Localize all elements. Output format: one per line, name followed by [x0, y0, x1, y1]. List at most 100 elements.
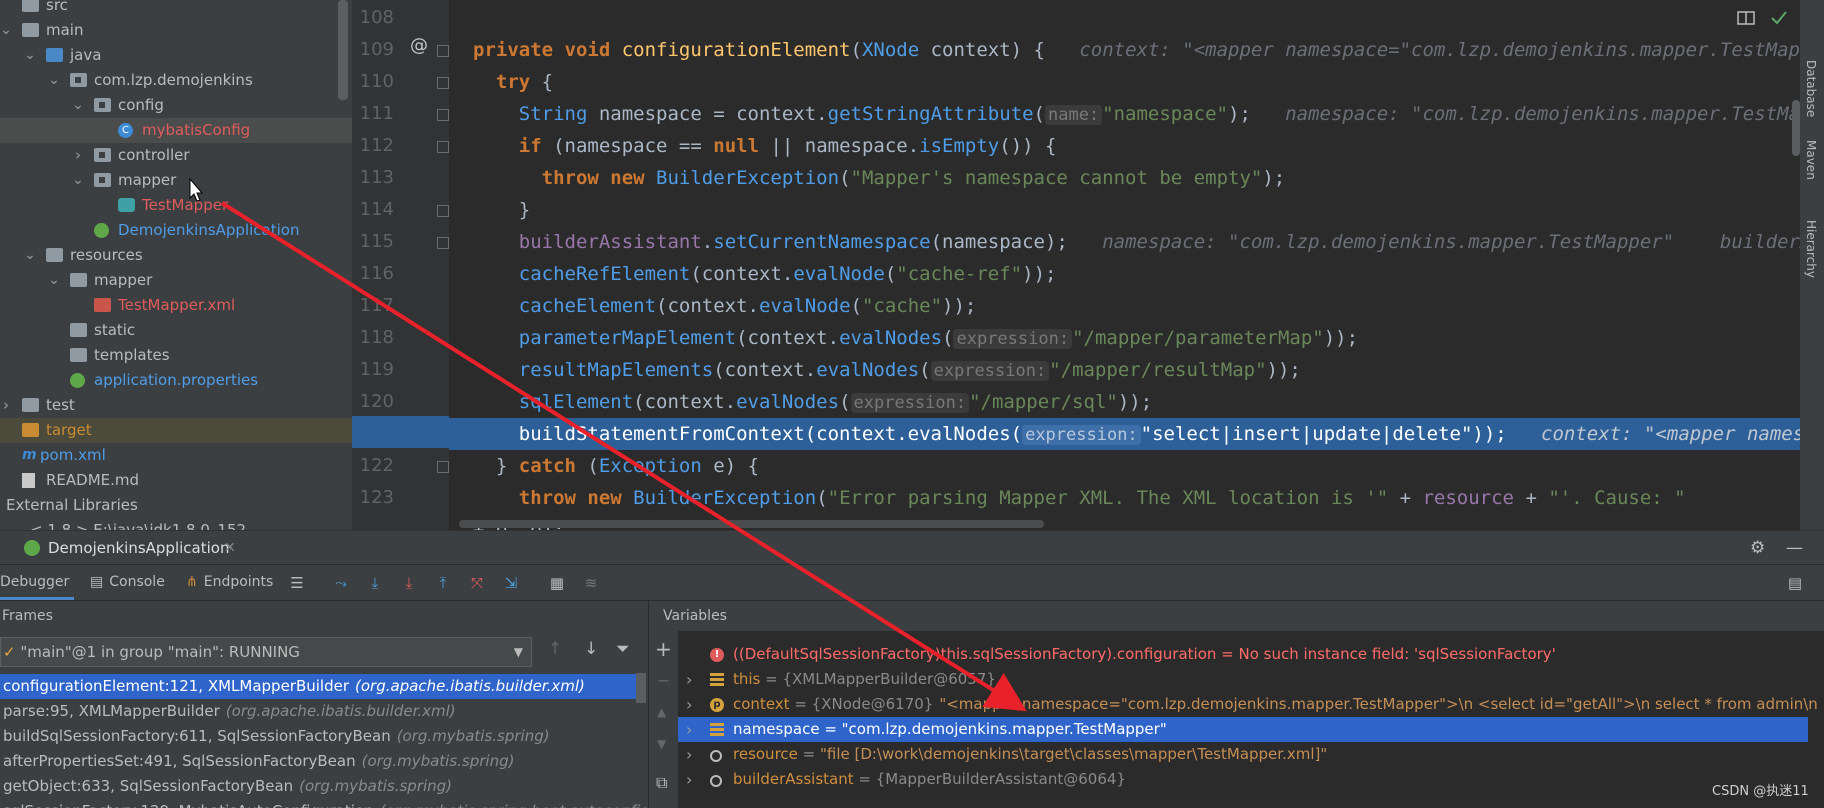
tab-debugger[interactable]: Debugger [0, 565, 74, 600]
tree-item[interactable]: CmybatisConfig [0, 118, 352, 143]
code-line[interactable]: throw new BuilderException("Error parsin… [449, 482, 1800, 514]
chevron-right-icon[interactable]: › [72, 143, 84, 168]
code-line-execution-point[interactable]: buildStatementFromContext(context.evalNo… [449, 418, 1800, 450]
variable-row[interactable]: › resource = "file [D:\work\demojenkins\t… [678, 742, 1808, 767]
force-step-into-icon[interactable]: ⤓ [400, 574, 418, 592]
line-number[interactable]: 115 [352, 226, 394, 258]
tree-item[interactable]: › controller [0, 143, 352, 168]
variable-row[interactable]: › this = {XMLMapperBuilder@6057} [678, 667, 1808, 692]
frame-row[interactable]: parse:95, XMLMapperBuilder (org.apache.ib… [0, 699, 636, 724]
line-number[interactable]: 116 [352, 258, 394, 290]
show-execution-point-icon[interactable]: ⤳ [332, 574, 350, 592]
trace-icon[interactable]: ≋ [582, 574, 600, 592]
chevron-right-icon[interactable]: › [686, 667, 692, 692]
editor-gutter[interactable]: @ 108 109 110 111 112 113 114 115 116 117 118 119 12… [352, 0, 449, 530]
fold-marker-icon[interactable] [437, 237, 449, 249]
chevron-right-icon[interactable]: › [686, 767, 692, 792]
side-tab-database[interactable]: Database [1804, 60, 1818, 117]
layout-settings-icon[interactable]: ▤ [1786, 574, 1804, 592]
chevron-down-icon[interactable]: ⌄ [48, 68, 60, 93]
variable-row[interactable]: ! ((DefaultSqlSessionFactory)this.sqlSess… [678, 642, 1808, 667]
line-number[interactable]: 114 [352, 194, 394, 226]
line-number[interactable]: 112 [352, 130, 394, 162]
line-number[interactable]: 111 [352, 98, 394, 130]
chevron-right-icon[interactable]: › [686, 692, 692, 717]
next-frame-icon[interactable]: ↓ [584, 639, 598, 659]
code-line[interactable]: throw new BuilderException("Mapper's nam… [449, 162, 1800, 194]
fold-marker-icon[interactable] [437, 461, 449, 473]
code-line[interactable]: String namespace = context.getStringAttr… [449, 98, 1800, 130]
new-watch-icon[interactable]: + [655, 637, 672, 661]
chevron-down-icon[interactable]: ⌄ [72, 93, 84, 118]
line-number[interactable]: 110 [352, 66, 394, 98]
tree-item[interactable]: < 1.8 > E:\java\jdk1.8.0_152 [0, 518, 352, 530]
drop-frame-icon[interactable]: ⤧ [468, 574, 486, 592]
line-number[interactable]: 120 [352, 386, 394, 418]
code-line[interactable]: cacheElement(context.evalNode("cache")); [449, 290, 1800, 322]
tree-scrollbar[interactable] [338, 0, 348, 100]
chevron-right-icon[interactable]: › [686, 717, 692, 742]
tree-item[interactable]: ⌄ mapper [0, 268, 352, 293]
code-line[interactable]: resultMapElements(context.evalNodes(expr… [449, 354, 1800, 386]
code-line[interactable] [449, 2, 1800, 34]
chevron-down-icon[interactable]: ⌄ [48, 268, 60, 293]
tree-item[interactable]: src [0, 0, 352, 18]
tree-item[interactable]: target [0, 418, 352, 443]
previous-frame-icon[interactable]: ↑ [548, 639, 562, 659]
code-line[interactable]: builderAssistant.setCurrentNamespace(nam… [449, 226, 1800, 258]
move-down-icon[interactable]: ▼ [657, 737, 666, 751]
gear-icon[interactable]: ⚙ [1750, 531, 1765, 565]
code-line[interactable]: if (namespace == null || namespace.isEmp… [449, 130, 1800, 162]
chevron-down-icon[interactable]: ⌄ [72, 168, 84, 193]
run-to-cursor-icon[interactable]: ⇲ [502, 574, 520, 592]
remove-watch-icon[interactable]: − [657, 671, 670, 690]
line-number[interactable]: 122 [352, 450, 394, 482]
step-over-icon[interactable]: ⤓ [366, 574, 384, 592]
frame-row[interactable]: buildSqlSessionFactory:611, SqlSessionFa… [0, 724, 636, 749]
frame-row[interactable]: afterPropertiesSet:491, SqlSessionFactor… [0, 749, 636, 774]
tree-item[interactable]: External Libraries [0, 493, 352, 518]
variable-row[interactable]: › p context = {XNode@6170} "<mapper namespa… [678, 692, 1824, 717]
code-line[interactable]: cacheRefElement(context.evalNode("cache-… [449, 258, 1800, 290]
line-number[interactable]: 119 [352, 354, 394, 386]
tree-item[interactable]: TestMapper.xml [0, 293, 352, 318]
fold-marker-icon[interactable] [437, 205, 449, 217]
chevron-down-icon[interactable]: ⌄ [24, 243, 36, 268]
override-marker-icon[interactable]: @ [410, 35, 428, 56]
frame-row[interactable]: configurationElement:121, XMLMapperBuild… [0, 674, 636, 699]
tree-item[interactable]: README.md [0, 468, 352, 493]
tree-item[interactable]: ⌄ config [0, 93, 352, 118]
tree-item[interactable]: DemojenkinsApplication [0, 218, 352, 243]
variables-list[interactable]: ! ((DefaultSqlSessionFactory)this.sqlSess… [678, 631, 1824, 808]
line-number[interactable]: 118 [352, 322, 394, 354]
code-line[interactable]: private void configurationElement(XNode … [449, 34, 1800, 66]
project-tree[interactable]: src ⌄ main ⌄ java ⌄ com.lzp.demojenkins ⌄ config… [0, 0, 352, 530]
fold-marker-icon[interactable] [437, 141, 449, 153]
side-tab-maven[interactable]: Maven [1804, 140, 1818, 180]
line-number[interactable]: 108 [352, 2, 394, 34]
tree-item[interactable]: m pom.xml [0, 443, 352, 468]
reader-mode-icon[interactable] [1737, 11, 1755, 25]
variable-row[interactable]: › builderAssistant = {MapperBuilderAssist… [678, 767, 1808, 792]
line-number[interactable]: 117 [352, 290, 394, 322]
variable-row[interactable]: › namespace = "com.lzp.demojenkins.mapper… [678, 717, 1808, 742]
editor-horizontal-scrollbar[interactable] [459, 520, 1044, 528]
chevron-down-icon[interactable]: ⌄ [0, 18, 12, 43]
close-tab-icon[interactable]: ✕ [224, 531, 236, 565]
tree-item[interactable]: ⌄ java [0, 43, 352, 68]
tree-item[interactable]: › test [0, 393, 352, 418]
editor-scrollbar[interactable] [1792, 100, 1800, 156]
frames-scrollbar[interactable] [636, 673, 646, 703]
move-up-icon[interactable]: ▲ [657, 705, 666, 719]
code-line[interactable]: parameterMapElement(context.evalNodes(ex… [449, 322, 1800, 354]
tree-item[interactable]: ⌄ mapper [0, 168, 352, 193]
run-config-tab[interactable]: DemojenkinsApplication [48, 531, 229, 565]
tree-item[interactable]: ⌄ main [0, 18, 352, 43]
tree-item[interactable]: ⌄ com.lzp.demojenkins [0, 68, 352, 93]
copy-icon[interactable]: ⧉ [656, 773, 667, 793]
code-line[interactable]: } catch (Exception e) { [449, 450, 1800, 482]
step-out-icon[interactable]: ⤒ [434, 574, 452, 592]
tree-item[interactable]: templates [0, 343, 352, 368]
layout-menu-icon[interactable]: ☰ [288, 574, 306, 592]
line-number[interactable]: 123 [352, 482, 394, 514]
